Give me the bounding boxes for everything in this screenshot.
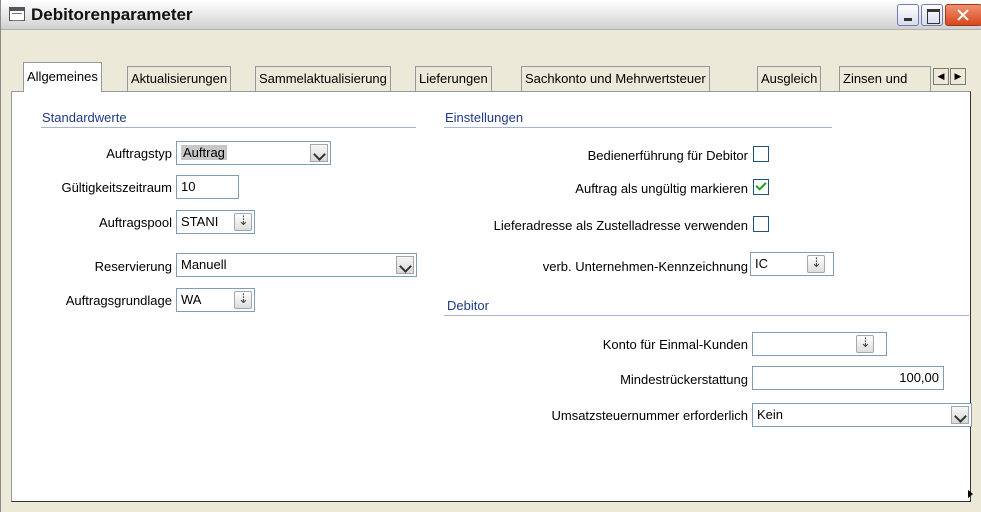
minimize-button[interactable] bbox=[897, 4, 919, 26]
checkmark-icon bbox=[755, 179, 767, 191]
mindestrueck-label: Mindestrückerstattung bbox=[620, 372, 748, 387]
tab-scroll-right-icon[interactable]: ▶ bbox=[950, 68, 966, 85]
gueltigkeitszeitraum-label: Gültigkeitszeitraum bbox=[61, 180, 172, 195]
section-title-standardwerte: Standardwerte bbox=[42, 110, 127, 125]
form-icon bbox=[9, 7, 25, 21]
auftrag-ungueltig-label: Auftrag als ungültig markieren bbox=[575, 181, 748, 196]
auftragsgrundlage-input[interactable]: WA bbox=[176, 288, 255, 312]
auftragstyp-label: Auftragstyp bbox=[106, 146, 172, 161]
close-button[interactable] bbox=[945, 4, 981, 26]
auftragstyp-value: Auftrag bbox=[181, 145, 227, 160]
section-divider bbox=[444, 127, 832, 129]
kennzeichnung-value: IC bbox=[755, 256, 768, 271]
title-bar[interactable]: Debitorenparameter bbox=[1, 0, 981, 30]
kennzeichnung-label: verb. Unternehmen-Kennzeichnung bbox=[542, 259, 748, 274]
reservierung-value: Manuell bbox=[181, 257, 227, 272]
bedienerfuehrung-checkbox[interactable] bbox=[753, 146, 769, 162]
lieferadresse-checkbox[interactable] bbox=[753, 216, 769, 232]
tab-allgemeines[interactable]: Allgemeines bbox=[23, 62, 102, 92]
section-divider bbox=[444, 315, 969, 317]
tab-sachkonto[interactable]: Sachkonto und Mehrwertsteuer bbox=[521, 66, 710, 91]
chevron-down-icon[interactable] bbox=[951, 406, 969, 424]
lieferadresse-label: Lieferadresse als Zustelladresse verwend… bbox=[493, 218, 748, 233]
chevron-down-icon[interactable] bbox=[310, 144, 328, 162]
umsatzsteuer-label: Umsatzsteuernummer erforderlich bbox=[551, 408, 748, 423]
mindestrueck-input[interactable]: 100,00 bbox=[752, 366, 944, 390]
konto-einmal-input[interactable] bbox=[752, 332, 887, 356]
scroll-right-arrow-icon[interactable] bbox=[968, 490, 973, 498]
section-title-debitor: Debitor bbox=[447, 298, 489, 313]
tab-ausgleich[interactable]: Ausgleich bbox=[757, 66, 822, 91]
tab-sammelaktualisierung[interactable]: Sammelaktualisierung bbox=[255, 66, 391, 91]
tab-scroll-left-icon[interactable]: ◀ bbox=[933, 68, 949, 85]
auftragsgrundlage-value: WA bbox=[181, 292, 202, 307]
auftragstyp-select[interactable]: Auftrag bbox=[176, 141, 331, 165]
lookup-icon[interactable] bbox=[234, 213, 252, 231]
reservierung-label: Reservierung bbox=[94, 259, 172, 274]
window: Debitorenparameter Allgemeines Aktualisi… bbox=[0, 0, 981, 512]
auftragsgrundlage-label: Auftragsgrundlage bbox=[65, 293, 172, 308]
maximize-button[interactable] bbox=[921, 4, 943, 26]
chevron-down-icon[interactable] bbox=[396, 256, 414, 274]
bedienerfuehrung-label: Bedienerführung für Debitor bbox=[587, 148, 748, 163]
tab-zinsen[interactable]: Zinsen und bbox=[839, 66, 931, 91]
auftrag-ungueltig-checkbox[interactable] bbox=[753, 179, 769, 195]
lookup-icon[interactable] bbox=[856, 335, 874, 353]
auftragspool-label: Auftragspool bbox=[99, 215, 172, 230]
section-divider bbox=[41, 127, 416, 129]
reservierung-select[interactable]: Manuell bbox=[176, 253, 417, 277]
auftragspool-input[interactable]: STANI bbox=[176, 210, 255, 234]
lookup-icon[interactable] bbox=[234, 291, 252, 309]
tab-aktualisierungen[interactable]: Aktualisierungen bbox=[127, 66, 232, 91]
kennzeichnung-input[interactable]: IC bbox=[750, 252, 834, 276]
section-title-einstellungen: Einstellungen bbox=[445, 110, 524, 125]
tab-lieferungen[interactable]: Lieferungen bbox=[415, 66, 492, 91]
umsatzsteuer-value: Kein bbox=[757, 407, 784, 422]
window-title: Debitorenparameter bbox=[31, 5, 193, 24]
konto-einmal-label: Konto für Einmal-Kunden bbox=[602, 337, 748, 352]
gueltigkeitszeitraum-input[interactable]: 10 bbox=[176, 175, 239, 199]
lookup-icon[interactable] bbox=[807, 255, 825, 273]
auftragspool-value: STANI bbox=[181, 214, 219, 229]
umsatzsteuer-select[interactable]: Kein bbox=[752, 403, 972, 427]
